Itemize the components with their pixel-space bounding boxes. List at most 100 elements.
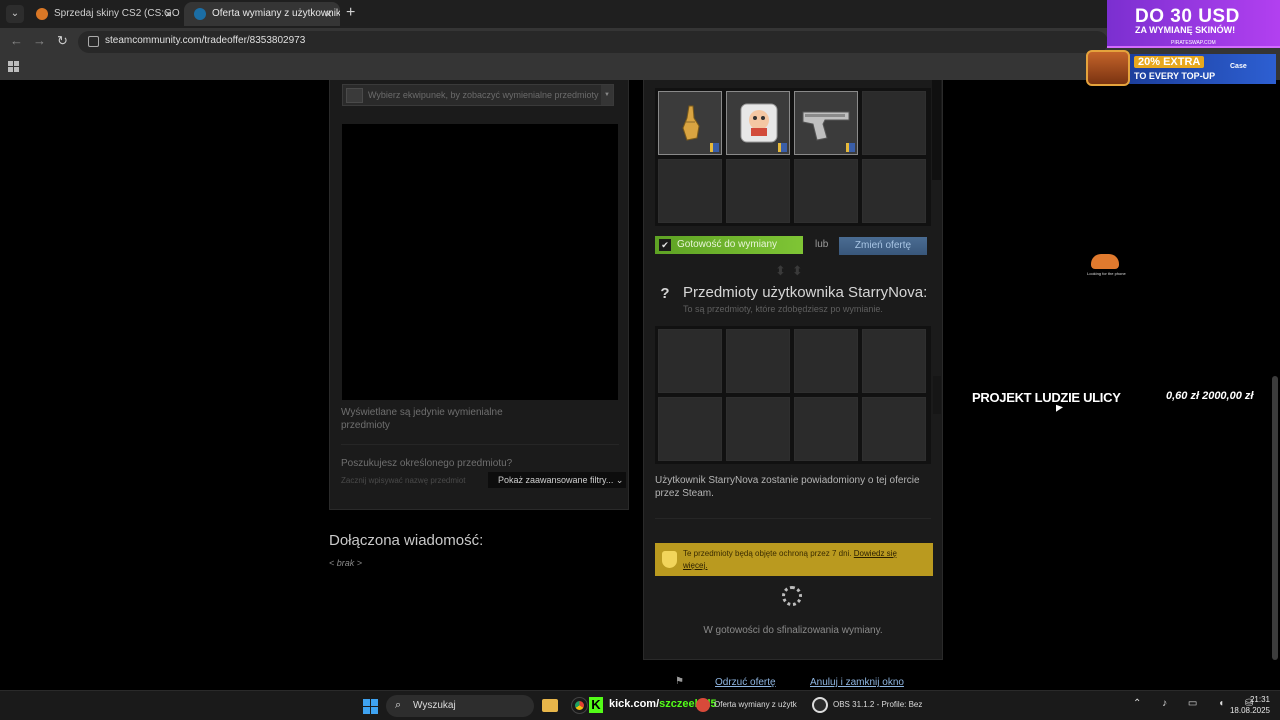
their-items-subtitle: To są przedmioty, które zdobędziesz po w… bbox=[683, 304, 883, 314]
back-arrow-icon[interactable]: ← bbox=[10, 33, 23, 48]
attached-message-title: Dołączona wiadomość: bbox=[329, 532, 484, 549]
search-icon: ⌕ bbox=[395, 699, 402, 711]
flag-icon[interactable]: ⚑ bbox=[675, 676, 684, 687]
empty-item-slot[interactable] bbox=[726, 159, 790, 223]
close-tab-icon[interactable]: × bbox=[325, 2, 332, 26]
windows-start-icon[interactable] bbox=[363, 699, 378, 714]
pistol-icon bbox=[802, 111, 850, 141]
your-items-grid bbox=[655, 88, 931, 226]
clock[interactable]: 21:31 18.08.2025 bbox=[1228, 694, 1270, 716]
sticker-icon bbox=[740, 103, 778, 143]
decline-offer-link[interactable]: Odrzuć ofertę bbox=[715, 677, 776, 688]
windows-taskbar: ⌕ Wyszukaj K kick.com/szczeebel5 Oferta … bbox=[0, 690, 1280, 720]
ad-badge: 20% EXTRA bbox=[1134, 56, 1205, 68]
forward-arrow-icon[interactable]: → bbox=[33, 33, 46, 48]
empty-item-slot[interactable] bbox=[862, 397, 926, 461]
obs-icon[interactable] bbox=[812, 697, 828, 713]
loading-spinner-icon bbox=[782, 586, 802, 606]
cancel-close-link[interactable]: Anuluj i zamknij okno bbox=[810, 677, 904, 688]
attached-message-body: < brak > bbox=[329, 558, 363, 568]
bottom-actions: ⚑ Odrzuć ofertę Anuluj i zamknij okno bbox=[675, 676, 935, 690]
ready-row: ✔ Gotowość do wymiany lub Zmień ofertę bbox=[655, 236, 931, 255]
stattrak-marker-icon bbox=[778, 143, 787, 152]
inventory-grid-area[interactable] bbox=[342, 124, 618, 400]
item-slot-sticker[interactable] bbox=[726, 91, 790, 155]
change-offer-button[interactable]: Zmień ofertę bbox=[839, 237, 927, 255]
divider bbox=[341, 444, 619, 445]
tab-trade-offer[interactable]: Oferta wymiany z użytkownikiem × bbox=[184, 2, 340, 26]
help-question-icon: ? bbox=[660, 285, 670, 302]
cat-mascot-icon bbox=[1091, 254, 1119, 269]
item-search-input[interactable] bbox=[341, 473, 477, 487]
tab-title: Oferta wymiany z użytkownikiem bbox=[212, 8, 340, 19]
empty-item-slot[interactable] bbox=[658, 397, 722, 461]
empty-item-slot[interactable] bbox=[658, 159, 722, 223]
inventory-thumb bbox=[346, 88, 363, 103]
taskbar-search-label: Wyszukaj bbox=[413, 700, 456, 711]
item-slot-gloves[interactable] bbox=[658, 91, 722, 155]
empty-item-slot[interactable] bbox=[726, 329, 790, 393]
empty-item-slot[interactable] bbox=[862, 159, 926, 223]
project-price: 0,60 zł 2000,00 zł bbox=[1166, 390, 1254, 402]
finalize-status-text: W gotowości do sfinalizowania wymiany. bbox=[703, 625, 883, 636]
gloves-icon bbox=[682, 105, 700, 141]
site-info-icon[interactable] bbox=[88, 36, 99, 47]
screen: ⌄ Sprzedaj skiny CS2 (CS:GO) | Na × Ofer… bbox=[0, 0, 1280, 720]
reload-icon[interactable]: ↻ bbox=[57, 33, 68, 49]
divider bbox=[655, 518, 931, 519]
your-inventory-panel: Wybierz ekwipunek, by zobaczyć wymienial… bbox=[329, 80, 629, 510]
project-title: PROJEKT LUDZIE ULICY bbox=[972, 390, 1121, 405]
protection-text: Te przedmioty będą objęte ochroną przez … bbox=[683, 549, 852, 558]
stattrak-marker-icon bbox=[710, 143, 719, 152]
close-tab-icon[interactable]: × bbox=[165, 2, 172, 26]
notification-text: Użytkownik StarryNova zostanie powiadomi… bbox=[655, 475, 920, 499]
item-slot-pistol[interactable] bbox=[794, 91, 858, 155]
protection-text-block: Te przedmioty będą objęte ochroną przez … bbox=[683, 548, 923, 572]
empty-item-slot[interactable] bbox=[794, 397, 858, 461]
obs-label[interactable]: OBS 31.1.2 - Profile: Bez bbox=[833, 700, 922, 709]
file-explorer-icon[interactable] bbox=[542, 699, 558, 712]
mascot-caption: Looking for the phone bbox=[1087, 271, 1126, 276]
taskbar-search[interactable]: ⌕ Wyszukaj bbox=[386, 695, 534, 717]
ad-subline: ZA WYMIANĘ SKINÓW! bbox=[1135, 25, 1236, 35]
items-scrollbar[interactable] bbox=[932, 80, 941, 180]
mouse-cursor-icon bbox=[1056, 404, 1063, 415]
trade-offer-panel: ✔ Gotowość do wymiany lub Zmień ofertę ⬍… bbox=[643, 80, 943, 660]
swap-arrows-icon: ⬍⬍ bbox=[775, 263, 809, 278]
apps-grid-icon[interactable] bbox=[8, 61, 19, 72]
ready-label: Gotowość do wymiany bbox=[677, 239, 778, 250]
page-scrollbar[interactable] bbox=[1272, 376, 1278, 660]
tab-list-button[interactable]: ⌄ bbox=[6, 5, 24, 23]
empty-item-slot[interactable] bbox=[794, 329, 858, 393]
tradable-only-note: Wyświetlane są jedynie wymienialne przed… bbox=[341, 407, 503, 431]
empty-item-slot[interactable] bbox=[862, 91, 926, 155]
case-ad-banner[interactable]: 20% EXTRA TO EVERY TOP-UP Case bbox=[1086, 50, 1280, 88]
ready-to-trade-checkbox[interactable]: ✔ Gotowość do wymiany bbox=[655, 236, 803, 254]
chrome-icon[interactable] bbox=[571, 697, 588, 714]
ad-domain: PIRATESWAP.COM bbox=[1171, 40, 1216, 46]
inventory-select[interactable]: Wybierz ekwipunek, by zobaczyć wymienial… bbox=[342, 84, 614, 106]
kick-logo-icon: K bbox=[589, 697, 603, 713]
ad-brand: Case bbox=[1230, 63, 1247, 70]
address-bar[interactable]: steamcommunity.com/tradeoffer/8353802973 bbox=[78, 31, 1108, 53]
empty-item-slot[interactable] bbox=[726, 397, 790, 461]
taskbar-app-label[interactable]: Oferta wymiany z użytk bbox=[714, 700, 797, 709]
advanced-filters-button[interactable]: Pokaż zaawansowane filtry... ⌄ bbox=[488, 472, 626, 488]
treasure-chest-icon bbox=[1086, 50, 1130, 86]
panel-scrollbar[interactable] bbox=[933, 376, 941, 414]
their-items-title: Przedmioty użytkownika StarryNova: bbox=[683, 284, 928, 301]
empty-item-slot[interactable] bbox=[658, 329, 722, 393]
clock-date: 18.08.2025 bbox=[1229, 706, 1270, 715]
tab-sell-skins[interactable]: Sprzedaj skiny CS2 (CS:GO) | Na × bbox=[26, 2, 180, 26]
trade-protection-banner: Te przedmioty będą objęte ochroną przez … bbox=[655, 543, 933, 576]
taskbar-app-icon[interactable] bbox=[696, 698, 710, 712]
chevron-down-icon[interactable]: ▼ bbox=[601, 85, 613, 105]
kick-prefix: kick.com/ bbox=[609, 698, 660, 710]
new-tab-button[interactable]: + bbox=[346, 4, 355, 22]
pirateswap-ad-banner[interactable]: DO 30 USD ZA WYMIANĘ SKINÓW! PIRATESWAP.… bbox=[1107, 0, 1280, 48]
search-question: Poszukujesz określonego przedmiotu? bbox=[341, 458, 513, 469]
empty-item-slot[interactable] bbox=[862, 329, 926, 393]
tab-favicon-icon bbox=[36, 8, 48, 20]
empty-item-slot[interactable] bbox=[794, 159, 858, 223]
inventory-select-text: Wybierz ekwipunek, by zobaczyć wymienial… bbox=[368, 90, 599, 100]
